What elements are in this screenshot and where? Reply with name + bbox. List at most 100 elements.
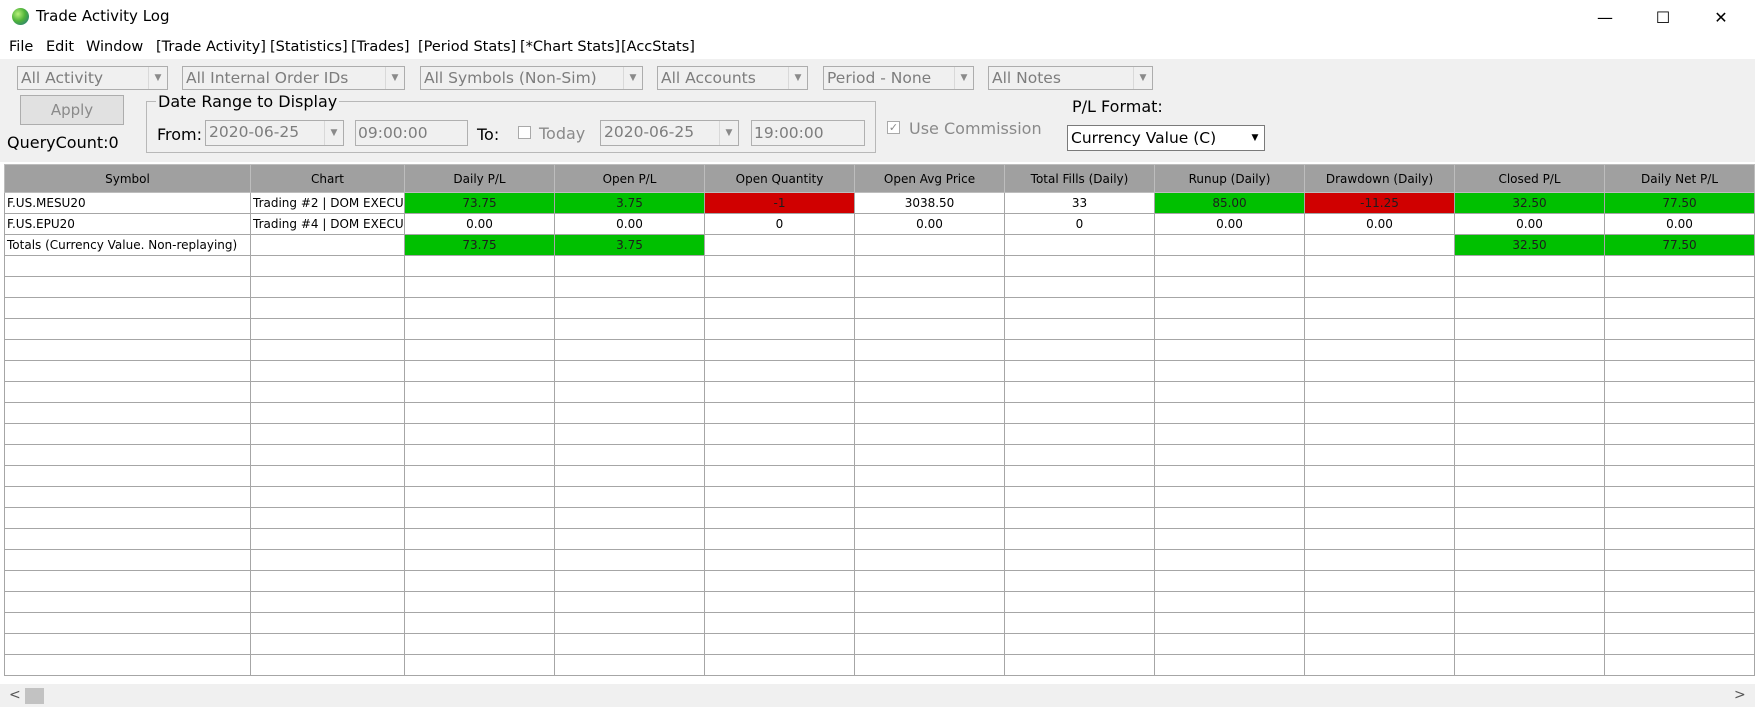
table-cell[interactable] — [554, 486, 705, 508]
close-button[interactable]: ✕ — [1692, 0, 1750, 35]
table-cell[interactable] — [554, 528, 705, 550]
table-row[interactable]: F.US.MESU20 Trading #2 | DOM EXECU 73.75 3.… — [4, 192, 1755, 214]
table-cell[interactable] — [1004, 339, 1155, 361]
table-cell[interactable] — [250, 654, 405, 676]
table-cell[interactable] — [250, 486, 405, 508]
table-cell[interactable] — [1454, 549, 1605, 571]
menu-trades[interactable]: [Trades] — [351, 39, 410, 55]
empty-table-row[interactable] — [4, 465, 1755, 487]
table-cell[interactable] — [1154, 486, 1305, 508]
table-cell[interactable] — [1304, 465, 1455, 487]
table-cell[interactable] — [1004, 528, 1155, 550]
table-cell[interactable] — [4, 297, 251, 319]
table-cell[interactable] — [1154, 381, 1305, 403]
table-cell[interactable]: 0 — [1004, 213, 1155, 235]
empty-table-row[interactable] — [4, 402, 1755, 424]
maximize-button[interactable]: ☐ — [1634, 0, 1692, 35]
table-cell[interactable] — [704, 486, 855, 508]
symbol-filter-select[interactable]: All Symbols (Non-Sim) ▼ — [420, 66, 643, 90]
column-header[interactable]: Open P/L — [554, 164, 705, 193]
table-cell[interactable] — [1004, 234, 1155, 256]
column-header[interactable]: Symbol — [4, 164, 251, 193]
table-cell[interactable] — [1154, 234, 1305, 256]
menu-file[interactable]: File — [9, 39, 33, 55]
empty-table-row[interactable] — [4, 591, 1755, 613]
table-cell[interactable] — [404, 633, 555, 655]
table-cell[interactable] — [704, 444, 855, 466]
table-cell[interactable] — [1604, 528, 1755, 550]
empty-table-row[interactable] — [4, 528, 1755, 550]
table-cell[interactable] — [854, 633, 1005, 655]
table-cell[interactable] — [854, 444, 1005, 466]
table-cell[interactable]: F.US.MESU20 — [4, 192, 251, 214]
table-cell[interactable] — [1604, 465, 1755, 487]
table-cell[interactable] — [4, 360, 251, 382]
table-cell[interactable] — [1004, 360, 1155, 382]
table-cell[interactable] — [1304, 402, 1455, 424]
to-time-field[interactable]: 19:00:00 — [751, 120, 865, 146]
table-cell[interactable] — [250, 570, 405, 592]
table-cell[interactable] — [1154, 276, 1305, 298]
table-cell[interactable] — [1454, 654, 1605, 676]
empty-table-row[interactable] — [4, 381, 1755, 403]
table-cell[interactable] — [1454, 423, 1605, 445]
table-cell[interactable] — [554, 444, 705, 466]
table-cell[interactable] — [404, 339, 555, 361]
table-cell[interactable] — [1304, 381, 1455, 403]
table-cell[interactable] — [1304, 612, 1455, 634]
empty-table-row[interactable] — [4, 444, 1755, 466]
table-cell[interactable] — [1304, 360, 1455, 382]
table-cell[interactable] — [404, 612, 555, 634]
table-cell[interactable] — [4, 423, 251, 445]
table-cell[interactable] — [554, 360, 705, 382]
table-cell[interactable] — [1004, 633, 1155, 655]
table-cell[interactable] — [854, 276, 1005, 298]
table-cell[interactable] — [1454, 255, 1605, 277]
table-cell[interactable] — [404, 297, 555, 319]
table-cell[interactable] — [704, 234, 855, 256]
table-cell[interactable] — [404, 591, 555, 613]
table-cell[interactable] — [1604, 591, 1755, 613]
column-header[interactable]: Runup (Daily) — [1154, 164, 1305, 193]
table-cell[interactable] — [404, 381, 555, 403]
table-cell[interactable] — [854, 549, 1005, 571]
table-cell[interactable] — [4, 465, 251, 487]
table-cell[interactable]: 85.00 — [1154, 192, 1305, 214]
table-cell[interactable] — [554, 276, 705, 298]
activity-filter-select[interactable]: All Activity ▼ — [17, 66, 168, 90]
table-cell[interactable] — [1304, 318, 1455, 340]
table-cell[interactable] — [250, 234, 405, 256]
table-cell[interactable]: Totals (Currency Value. Non-replaying) — [4, 234, 251, 256]
table-cell[interactable] — [704, 654, 855, 676]
scroll-right-icon[interactable]: > — [1734, 687, 1746, 703]
table-cell[interactable] — [1304, 444, 1455, 466]
table-cell[interactable] — [1454, 570, 1605, 592]
table-cell[interactable] — [250, 318, 405, 340]
table-cell[interactable]: 0.00 — [1604, 213, 1755, 235]
table-cell[interactable] — [554, 570, 705, 592]
table-cell[interactable]: -1 — [704, 192, 855, 214]
table-cell[interactable]: 77.50 — [1604, 192, 1755, 214]
table-cell[interactable] — [1454, 465, 1605, 487]
column-header[interactable]: Chart — [250, 164, 405, 193]
table-cell[interactable] — [1004, 612, 1155, 634]
table-cell[interactable] — [854, 255, 1005, 277]
scrollbar-thumb[interactable] — [25, 688, 44, 704]
table-cell[interactable] — [1004, 570, 1155, 592]
column-header[interactable]: Open Avg Price — [854, 164, 1005, 193]
table-cell[interactable] — [1004, 402, 1155, 424]
table-cell[interactable] — [1154, 423, 1305, 445]
table-cell[interactable] — [250, 465, 405, 487]
table-cell[interactable] — [1304, 633, 1455, 655]
table-cell[interactable] — [404, 549, 555, 571]
table-cell[interactable]: 32.50 — [1454, 192, 1605, 214]
table-cell[interactable] — [1304, 255, 1455, 277]
table-cell[interactable] — [1604, 339, 1755, 361]
table-cell[interactable] — [4, 402, 251, 424]
table-cell[interactable] — [1304, 507, 1455, 529]
table-cell[interactable] — [4, 318, 251, 340]
menu-edit[interactable]: Edit — [46, 39, 74, 55]
table-cell[interactable] — [1604, 276, 1755, 298]
empty-table-row[interactable] — [4, 549, 1755, 571]
table-cell[interactable] — [1454, 297, 1605, 319]
